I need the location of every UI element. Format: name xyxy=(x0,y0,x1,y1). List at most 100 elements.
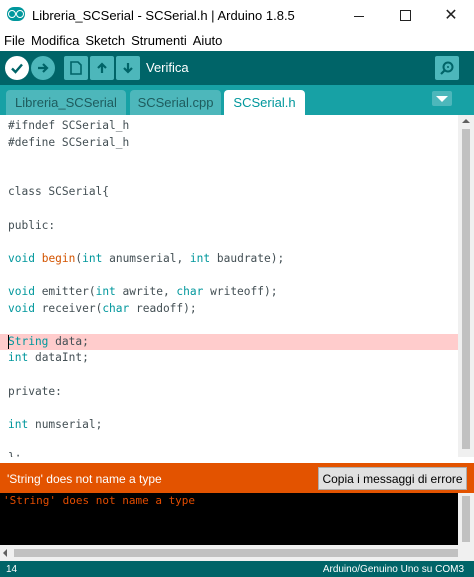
menu-bar: File Modifica Sketch Strumenti Aiuto xyxy=(0,30,474,50)
code-token: #define SCSerial_h xyxy=(8,135,130,149)
menu-strumenti[interactable]: Strumenti xyxy=(131,33,187,48)
code-line[interactable] xyxy=(0,267,458,283)
console-horizontal-scrollbar[interactable] xyxy=(0,545,474,561)
code-line[interactable] xyxy=(0,234,458,250)
error-status-bar: 'String' does not name a type Copia i me… xyxy=(0,463,474,493)
menu-file[interactable]: File xyxy=(4,33,25,48)
tab-scserial-h[interactable]: SCSerial.h xyxy=(224,90,305,115)
scroll-left-icon[interactable] xyxy=(3,549,7,557)
code-token: dataInt; xyxy=(28,351,89,365)
menu-sketch[interactable]: Sketch xyxy=(85,33,125,48)
console-scrollbar[interactable] xyxy=(458,493,474,545)
copy-error-messages-button[interactable]: Copia i messaggi di errore xyxy=(318,467,467,490)
chevron-down-icon xyxy=(436,95,448,102)
new-sketch-button[interactable] xyxy=(64,56,88,80)
code-token: baudrate); xyxy=(210,251,285,265)
code-line[interactable] xyxy=(0,168,458,184)
code-token: awrite, xyxy=(115,285,177,298)
code-token: void xyxy=(8,251,35,265)
tab-menu-button[interactable] xyxy=(432,91,452,106)
close-button[interactable]: ✕ xyxy=(428,0,474,30)
arduino-logo-icon xyxy=(7,7,25,21)
code-token: class SCSerial{ xyxy=(8,185,110,199)
menu-aiuto[interactable]: Aiuto xyxy=(193,33,223,48)
code-line[interactable]: private: xyxy=(0,384,458,400)
code-line[interactable]: void receiver(char readoff); xyxy=(0,301,458,317)
code-token: }; xyxy=(8,451,21,457)
code-token: writeoff); xyxy=(203,285,278,298)
toolbar-status-label: Verifica xyxy=(146,60,189,75)
minimize-button[interactable] xyxy=(336,0,382,30)
maximize-button[interactable] xyxy=(382,0,428,30)
code-line[interactable] xyxy=(0,400,458,416)
code-token: numserial; xyxy=(28,417,103,431)
code-token: readoff); xyxy=(129,301,197,315)
code-line-error-highlight[interactable]: String data; xyxy=(0,333,458,350)
tab-libreria-scserial[interactable]: Libreria_SCSerial xyxy=(6,90,126,115)
maximize-icon xyxy=(399,9,411,21)
line-number: 14 xyxy=(6,564,18,575)
title-bar: Libreria_SCSerial - SCSerial.h | Arduino… xyxy=(0,0,474,30)
save-button[interactable] xyxy=(116,56,140,80)
menu-modifica[interactable]: Modifica xyxy=(31,33,79,48)
code-line[interactable] xyxy=(0,433,458,449)
code-token: int xyxy=(8,417,29,431)
board-port-label: Arduino/Genuino Uno su COM3 xyxy=(322,564,464,575)
code-token: int xyxy=(189,251,211,265)
open-button[interactable] xyxy=(90,56,114,80)
code-line[interactable]: void begin(int anumserial, int baudrate)… xyxy=(0,251,458,267)
console-text: 'String' does not name a type xyxy=(3,494,196,507)
tab-bar: Libreria_SCSerial SCSerial.cpp SCSerial.… xyxy=(0,85,474,115)
footer-bar: 14 Arduino/Genuino Uno su COM3 xyxy=(0,561,474,577)
error-message: 'String' does not name a type xyxy=(7,472,162,486)
arrow-right-icon xyxy=(38,63,49,73)
scrollbar-thumb[interactable] xyxy=(462,129,470,449)
save-arrow-down-icon xyxy=(123,63,133,74)
code-token: int xyxy=(95,285,116,298)
console-output[interactable]: 'String' does not name a type xyxy=(0,493,474,545)
code-token: char xyxy=(176,285,204,298)
open-arrow-up-icon xyxy=(97,62,107,73)
code-line[interactable]: void emitter(int awrite, char writeoff); xyxy=(0,284,458,300)
window-title: Libreria_SCSerial - SCSerial.h | Arduino… xyxy=(32,8,295,23)
code-line[interactable]: int dataInt; xyxy=(0,350,458,366)
code-line[interactable]: }; xyxy=(0,450,458,457)
text-cursor xyxy=(8,334,9,349)
code-editor[interactable]: #ifndef SCSerial_h #define SCSerial_hclas… xyxy=(0,115,474,457)
scroll-up-icon[interactable] xyxy=(462,119,470,123)
code-line[interactable] xyxy=(0,151,458,167)
code-token: anumserial, xyxy=(102,251,190,265)
code-line[interactable] xyxy=(0,317,458,333)
code-line[interactable] xyxy=(0,367,458,383)
serial-monitor-icon xyxy=(440,61,454,75)
serial-monitor-button[interactable] xyxy=(435,56,459,80)
verify-button[interactable] xyxy=(5,56,29,80)
new-file-icon xyxy=(70,61,82,75)
editor-scrollbar[interactable] xyxy=(458,115,474,457)
code-token: begin xyxy=(41,251,76,265)
code-line[interactable]: class SCSerial{ xyxy=(0,184,458,200)
code-line[interactable] xyxy=(0,201,458,217)
code-line[interactable]: #ifndef SCSerial_h xyxy=(0,118,458,134)
code-token: data; xyxy=(48,334,89,348)
code-token: emitter( xyxy=(34,285,96,298)
console-scrollbar-thumb[interactable] xyxy=(462,496,470,542)
code-token: int xyxy=(82,251,103,265)
code-token: int xyxy=(8,351,29,365)
code-token: void xyxy=(8,285,35,298)
code-line[interactable]: int numserial; xyxy=(0,417,458,433)
tab-scserial-cpp[interactable]: SCSerial.cpp xyxy=(130,90,221,115)
check-icon xyxy=(11,63,23,74)
upload-button[interactable] xyxy=(31,56,55,80)
code-line[interactable]: public: xyxy=(0,218,458,234)
code-token: receiver( xyxy=(34,301,103,315)
code-token: #ifndef SCSerial_h xyxy=(8,119,130,132)
close-icon: ✕ xyxy=(444,7,458,24)
horizontal-scrollbar-thumb[interactable] xyxy=(14,549,458,557)
code-token: public: xyxy=(8,218,56,232)
minimize-icon xyxy=(354,15,364,17)
toolbar: Verifica xyxy=(0,51,474,85)
code-token: private: xyxy=(8,384,62,398)
code-line[interactable]: #define SCSerial_h xyxy=(0,135,458,151)
